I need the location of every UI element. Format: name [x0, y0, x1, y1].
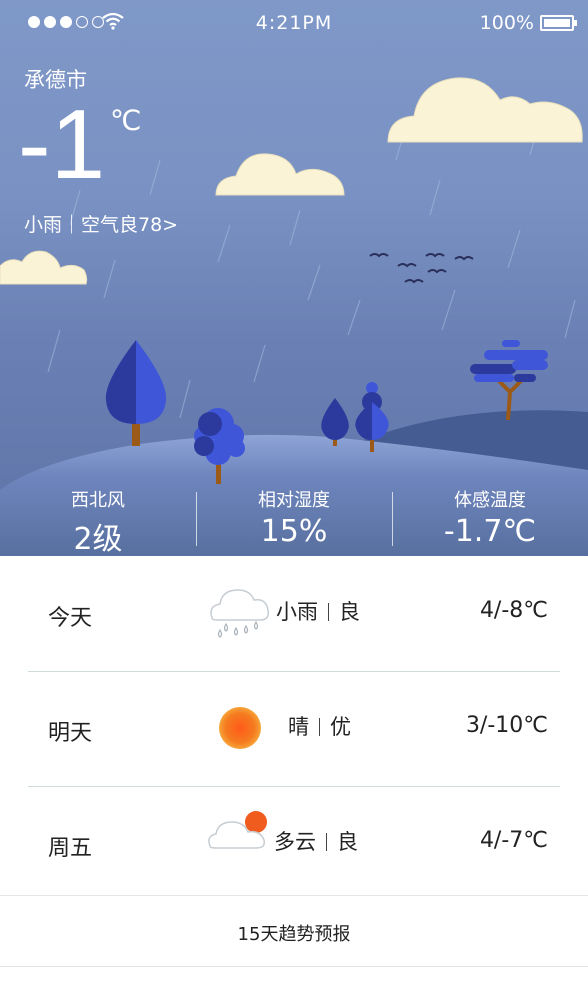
landscape-illustration — [0, 77, 588, 556]
forecast-range: 4/-8℃ — [479, 598, 548, 623]
forecast-range: 3/-10℃ — [465, 713, 548, 738]
forecast-condition: 晴优 — [288, 711, 351, 741]
status-bar: 4:21PM 100% — [0, 0, 588, 48]
forecast-row-today[interactable]: 今天 小雨良 4/-8℃ — [0, 556, 588, 671]
sun-icon — [219, 707, 261, 749]
forecast-weather: 多云 — [274, 830, 316, 854]
forecast-air: 优 — [330, 715, 351, 739]
forecast-weather: 小雨 — [276, 600, 318, 624]
air-quality-link[interactable]: 小雨｜空气良78> — [24, 210, 178, 237]
forecast-list: 今天 小雨良 4/-8℃ 明天 晴 优 3/-10℃ 周五 多云 良 4/-7℃ — [0, 556, 588, 901]
forecast-condition: 小雨良 — [276, 596, 360, 626]
forecast-row-friday[interactable]: 周五 多云良 4/-7℃ — [0, 786, 588, 901]
cloud-small-icon — [0, 250, 88, 285]
forecast-day: 今天 — [48, 606, 93, 631]
partly-cloudy-icon — [208, 811, 267, 849]
forecast-weather: 晴 — [288, 715, 309, 739]
stat-label: 相对湿度 — [258, 490, 330, 511]
stat-humidity: 相对湿度 15% — [196, 484, 392, 556]
divider — [0, 966, 588, 967]
forecast-condition: 多云良 — [274, 826, 358, 856]
stat-feels-like: 体感温度 -1.7℃ — [392, 484, 588, 556]
stat-label: 体感温度 — [454, 490, 526, 511]
forecast-day: 明天 — [48, 721, 93, 746]
battery-percent: 100% — [479, 12, 534, 34]
forecast-row-tomorrow[interactable]: 明天 晴优 3/-10℃ — [0, 671, 588, 786]
cloud-rain-icon — [210, 589, 270, 638]
weather-stats: 西北风 2级 相对湿度 15% 体感温度 -1.7℃ — [0, 484, 588, 556]
tree-teardrop-icon — [105, 340, 167, 446]
trend-forecast-button[interactable]: 15天趋势预报 — [0, 895, 588, 967]
weather-hero: 4:21PM 100% 承德市 -1 ℃ 小雨｜空气良78> 西北风 2级 相对… — [0, 0, 588, 556]
current-temperature: -1 — [18, 89, 106, 199]
stat-value: 2级 — [73, 522, 123, 556]
trend-forecast-label: 15天趋势预报 — [237, 924, 351, 945]
birds-icon — [369, 253, 474, 284]
forecast-air: 良 — [337, 830, 358, 854]
stat-value: -1.7℃ — [443, 514, 537, 549]
cloud-large-icon — [387, 77, 583, 143]
stat-value: 15% — [260, 514, 328, 549]
stat-label: 西北风 — [71, 490, 125, 511]
tree-layered-icon — [470, 340, 548, 421]
forecast-day: 周五 — [48, 836, 93, 861]
battery-icon — [540, 15, 577, 31]
stat-wind: 西北风 2级 — [0, 484, 196, 556]
forecast-air: 良 — [339, 600, 360, 624]
forecast-range: 4/-7℃ — [479, 828, 548, 853]
cloud-medium-icon — [215, 153, 345, 196]
temperature-unit: ℃ — [110, 104, 142, 137]
